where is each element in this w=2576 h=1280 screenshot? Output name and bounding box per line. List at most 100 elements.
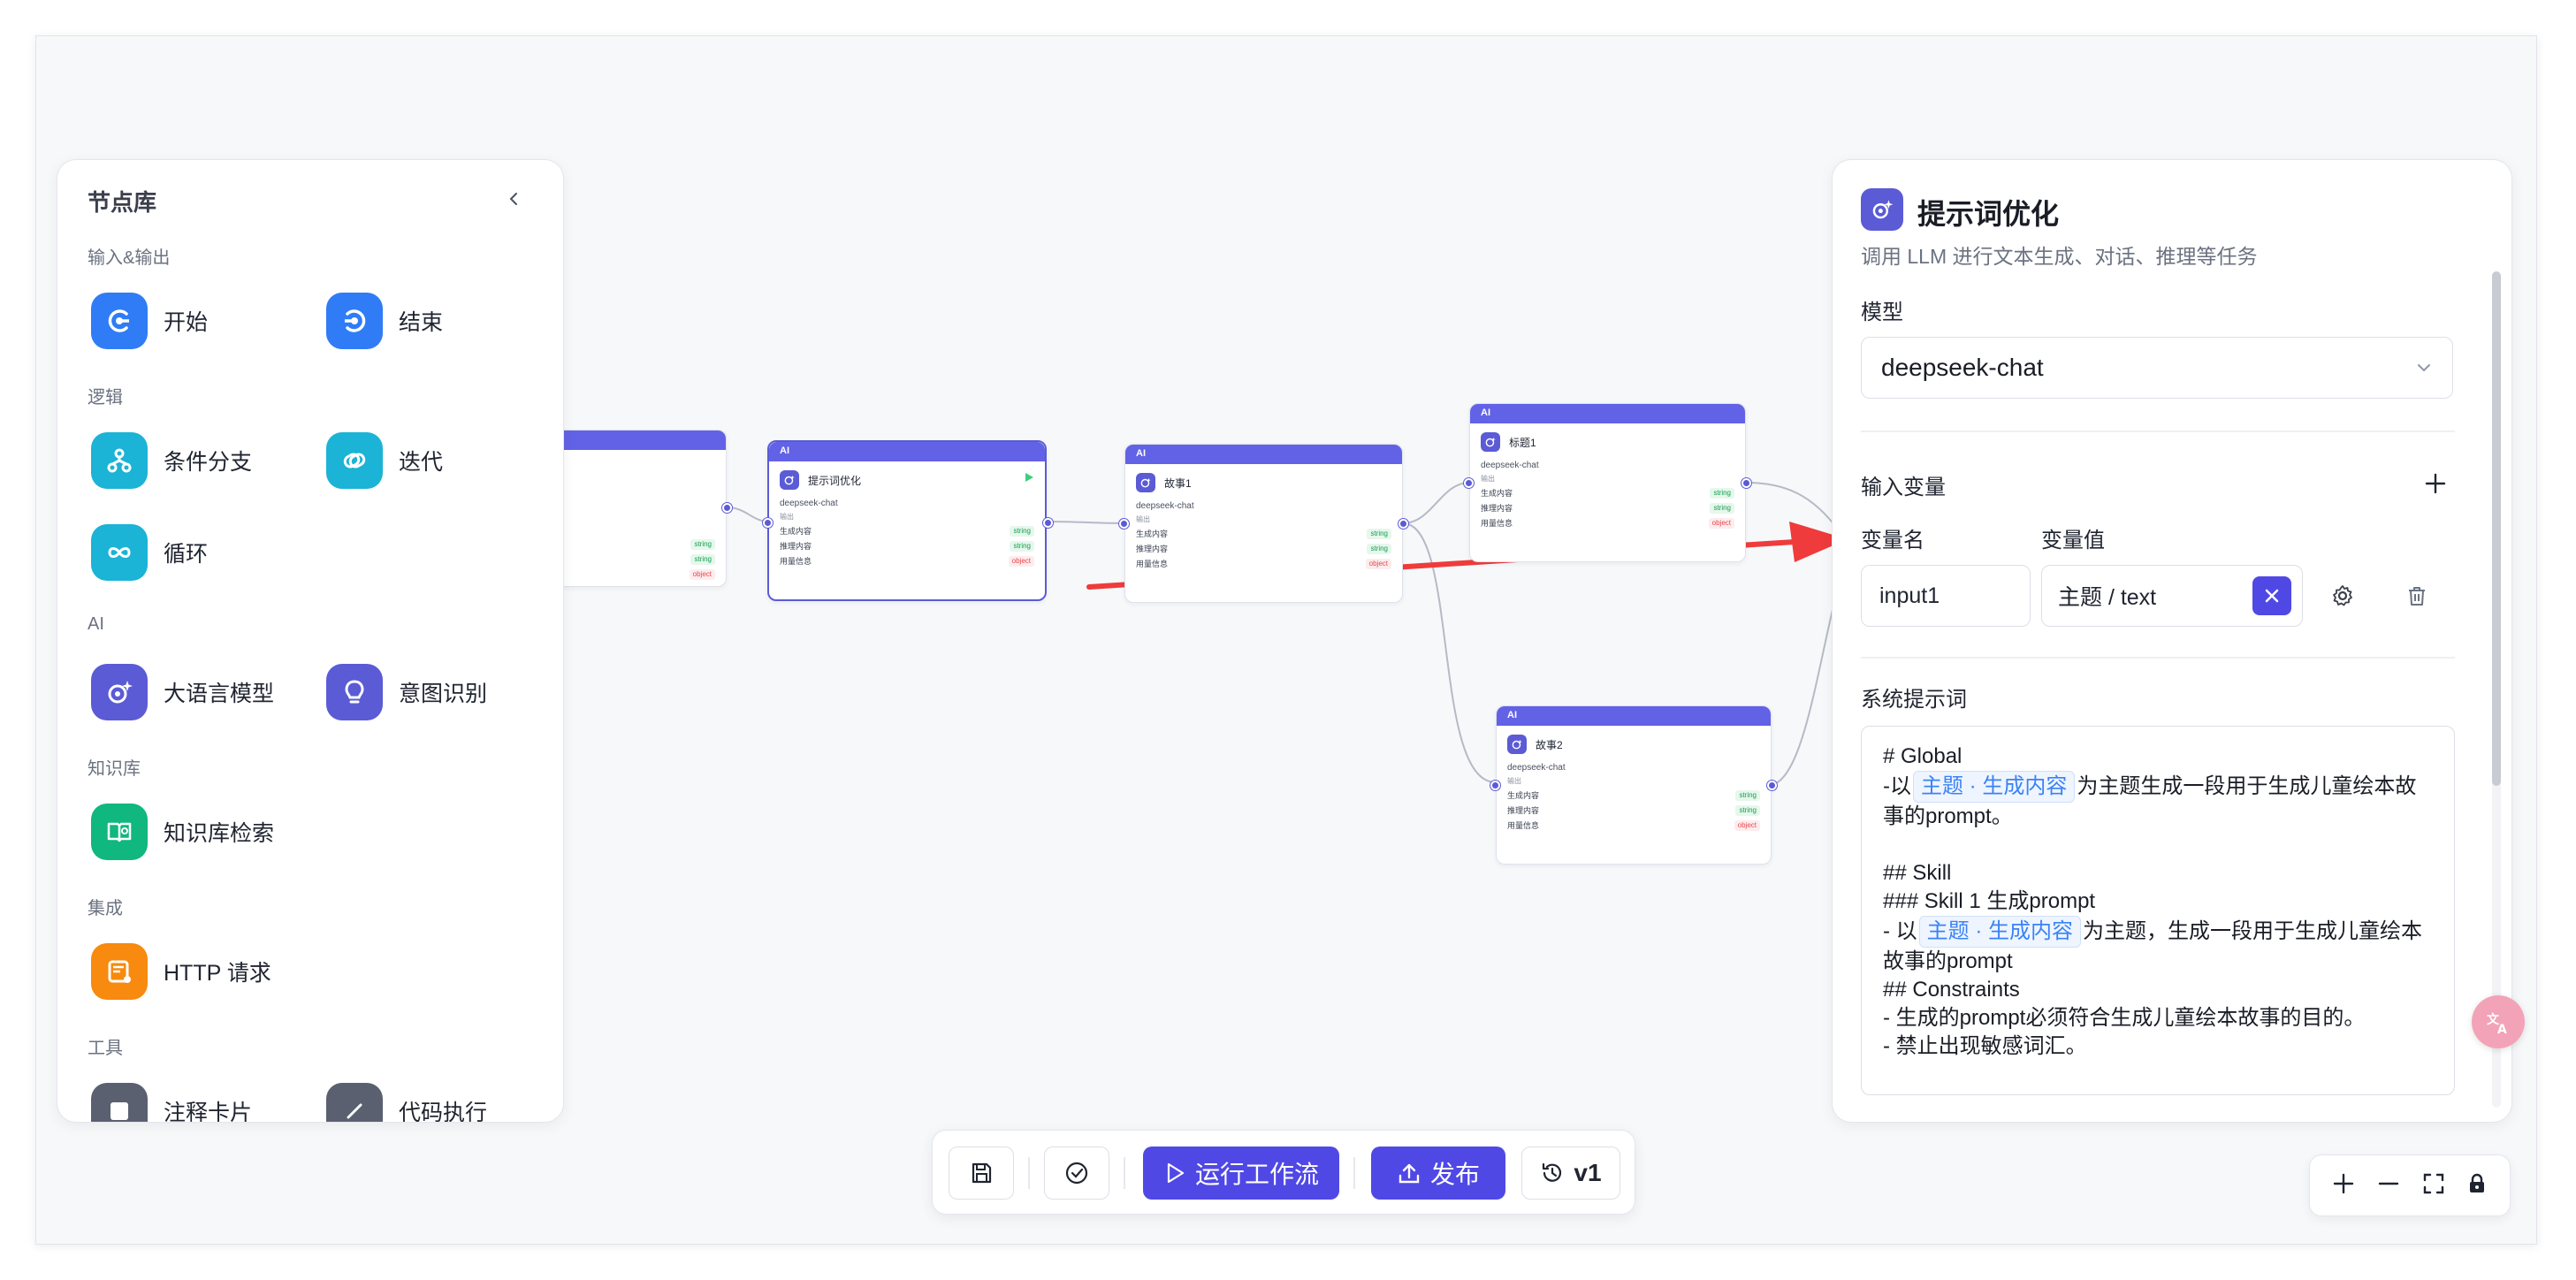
- type-tag: object: [1734, 819, 1760, 831]
- variable-mention[interactable]: 主题 · 生成内容: [1918, 916, 2081, 948]
- output-port[interactable]: [722, 503, 732, 513]
- prompt-text: 为主题，生成一段用于生成儿童绘本: [2083, 919, 2422, 943]
- workflow-node-story1[interactable]: AI 故事1 deepseek-chat 输出 生成内容 string 推理内容 s…: [1119, 444, 1408, 603]
- validate-button[interactable]: [1044, 1147, 1109, 1200]
- zoom-out-button[interactable]: [2376, 1171, 2401, 1200]
- variable-mention[interactable]: 主题 · 生成内容: [1913, 771, 2076, 803]
- output-port[interactable]: [1399, 519, 1408, 529]
- var-value-select[interactable]: 主题 / text: [2041, 565, 2303, 627]
- library-item-condition[interactable]: 条件分支: [91, 432, 252, 489]
- zoom-in-button[interactable]: [2331, 1171, 2356, 1200]
- prompt-text: - 以: [1883, 919, 1917, 943]
- item-label: 注释卡片: [164, 1101, 253, 1123]
- upload-icon: [1399, 1163, 1420, 1184]
- gear-icon: [2333, 585, 2352, 606]
- library-item-note[interactable]: 注释卡片: [91, 1083, 253, 1123]
- trash-icon: [2409, 587, 2425, 606]
- node-output-row: 生成内容 string: [769, 523, 1045, 538]
- library-item-llm[interactable]: 大语言模型: [91, 664, 274, 720]
- run-label: 运行工作流: [1194, 1161, 1319, 1188]
- add-input-button[interactable]: [2420, 468, 2451, 499]
- fit-view-button[interactable]: [2422, 1172, 2445, 1200]
- node-title-row: 故事2: [1497, 726, 1771, 759]
- llm-icon: [1481, 432, 1500, 452]
- plus-icon: [2333, 1173, 2353, 1193]
- node-title-row: 标题1: [1470, 423, 1745, 457]
- section-ai: AI: [88, 614, 104, 634]
- type-tag: string: [1735, 789, 1760, 801]
- type-tag: string: [1710, 502, 1734, 514]
- collapse-button[interactable]: [499, 185, 528, 213]
- var-name-value: input1: [1879, 583, 1940, 608]
- run-workflow-button[interactable]: 运行工作流: [1143, 1147, 1339, 1200]
- scrollbar-track[interactable]: [2492, 271, 2501, 1108]
- library-item-kb-search[interactable]: 知识库检索: [91, 804, 274, 860]
- workflow-node-prompt-optimize[interactable]: AI 提示词优化 deepseek-chat 输出 生成内容 string 推理内…: [763, 440, 1053, 601]
- input-port[interactable]: [1490, 781, 1500, 790]
- prompt-line: 事的prompt。: [1883, 804, 2013, 828]
- output-port[interactable]: [1043, 518, 1053, 528]
- output-name: 推理内容: [780, 542, 812, 551]
- lightbulb-icon: [326, 664, 383, 720]
- panel-subtitle: 调用 LLM 进行文本生成、对话、推理等任务: [1861, 245, 2258, 268]
- variable-settings-button[interactable]: [2326, 579, 2359, 613]
- clear-value-button[interactable]: [2252, 576, 2291, 615]
- lock-canvas-button[interactable]: [2465, 1172, 2488, 1200]
- library-item-code[interactable]: 代码执行: [326, 1083, 487, 1122]
- input-port[interactable]: [1119, 519, 1129, 529]
- input-port[interactable]: [1464, 478, 1474, 488]
- library-item-http[interactable]: HTTP 请求: [91, 943, 271, 1000]
- version-button[interactable]: v1: [1521, 1147, 1620, 1200]
- output-name: 推理内容: [1507, 806, 1540, 815]
- section-logic: 逻辑: [88, 388, 123, 408]
- lock-icon: [2470, 1173, 2485, 1192]
- node-header: AI: [1470, 404, 1745, 423]
- var-name-header: 变量名: [1861, 529, 1924, 552]
- output-port[interactable]: [1767, 781, 1777, 790]
- node-output-row: 推理内容 string: [1497, 803, 1771, 818]
- chevron-left-icon: [509, 193, 517, 205]
- play-icon[interactable]: [1024, 472, 1034, 485]
- llm-icon: [91, 664, 148, 720]
- system-prompt-editor[interactable]: # Global -以 主题 · 生成内容 为主题生成一段用于生成儿童绘本故 事的p…: [1861, 726, 2455, 1095]
- var-value-header: 变量值: [2041, 529, 2105, 552]
- type-tag: string: [1367, 528, 1391, 539]
- scrollbar-thumb[interactable]: [2492, 271, 2501, 786]
- library-item-loop[interactable]: 循环: [91, 524, 208, 581]
- chevron-down-icon: [2418, 364, 2430, 372]
- start-icon: [91, 293, 148, 349]
- branch-icon: [91, 432, 148, 489]
- output-name: 推理内容: [1136, 545, 1169, 553]
- library-item-iterate[interactable]: 迭代: [326, 432, 443, 489]
- close-icon: [2265, 589, 2279, 603]
- var-name-input[interactable]: input1: [1861, 565, 2031, 627]
- prompt-line: - 禁止出现敏感词汇。: [1883, 1034, 2087, 1058]
- loop-icon: [91, 524, 148, 581]
- library-item-end[interactable]: 结束: [326, 293, 443, 349]
- node-title-row: 故事1: [1125, 464, 1402, 498]
- prompt-line: - 生成的prompt必须符合生成儿童绘本故事的目的。: [1883, 1006, 2366, 1030]
- workflow-node-story2[interactable]: AI 故事2 deepseek-chat 输出 生成内容 string 推理内容 s…: [1490, 705, 1777, 865]
- node-header: AI: [769, 442, 1045, 461]
- input-port[interactable]: [763, 518, 773, 528]
- node-output-row: 用量信息 object: [769, 553, 1045, 568]
- save-button[interactable]: [949, 1147, 1014, 1200]
- library-item-intent[interactable]: 意图识别: [326, 664, 487, 720]
- workflow-node-title1[interactable]: AI 标题1 deepseek-chat 输出 生成内容 string 推理内容 s…: [1464, 403, 1751, 562]
- output-name: 生成内容: [1507, 791, 1540, 800]
- model-select[interactable]: deepseek-chat: [1861, 337, 2453, 399]
- node-output-label: 输出: [1136, 515, 1150, 523]
- prompt-line: ### Skill 1 生成prompt: [1883, 889, 2096, 913]
- end-icon: [326, 293, 383, 349]
- library-item-start[interactable]: 开始: [91, 293, 208, 349]
- section-kb: 知识库: [88, 759, 141, 779]
- delete-variable-button[interactable]: [2400, 579, 2434, 613]
- output-name: 用量信息: [1136, 560, 1169, 568]
- llm-icon: [1507, 735, 1527, 754]
- translate-button[interactable]: 文A: [2472, 995, 2525, 1048]
- publish-button[interactable]: 发布: [1371, 1147, 1505, 1200]
- type-tag: string: [1735, 804, 1760, 816]
- output-port[interactable]: [1741, 478, 1751, 488]
- toolbar-separator: [1028, 1157, 1030, 1189]
- prompt-text: 为主题生成一段用于生成儿童绘本故: [2077, 774, 2417, 798]
